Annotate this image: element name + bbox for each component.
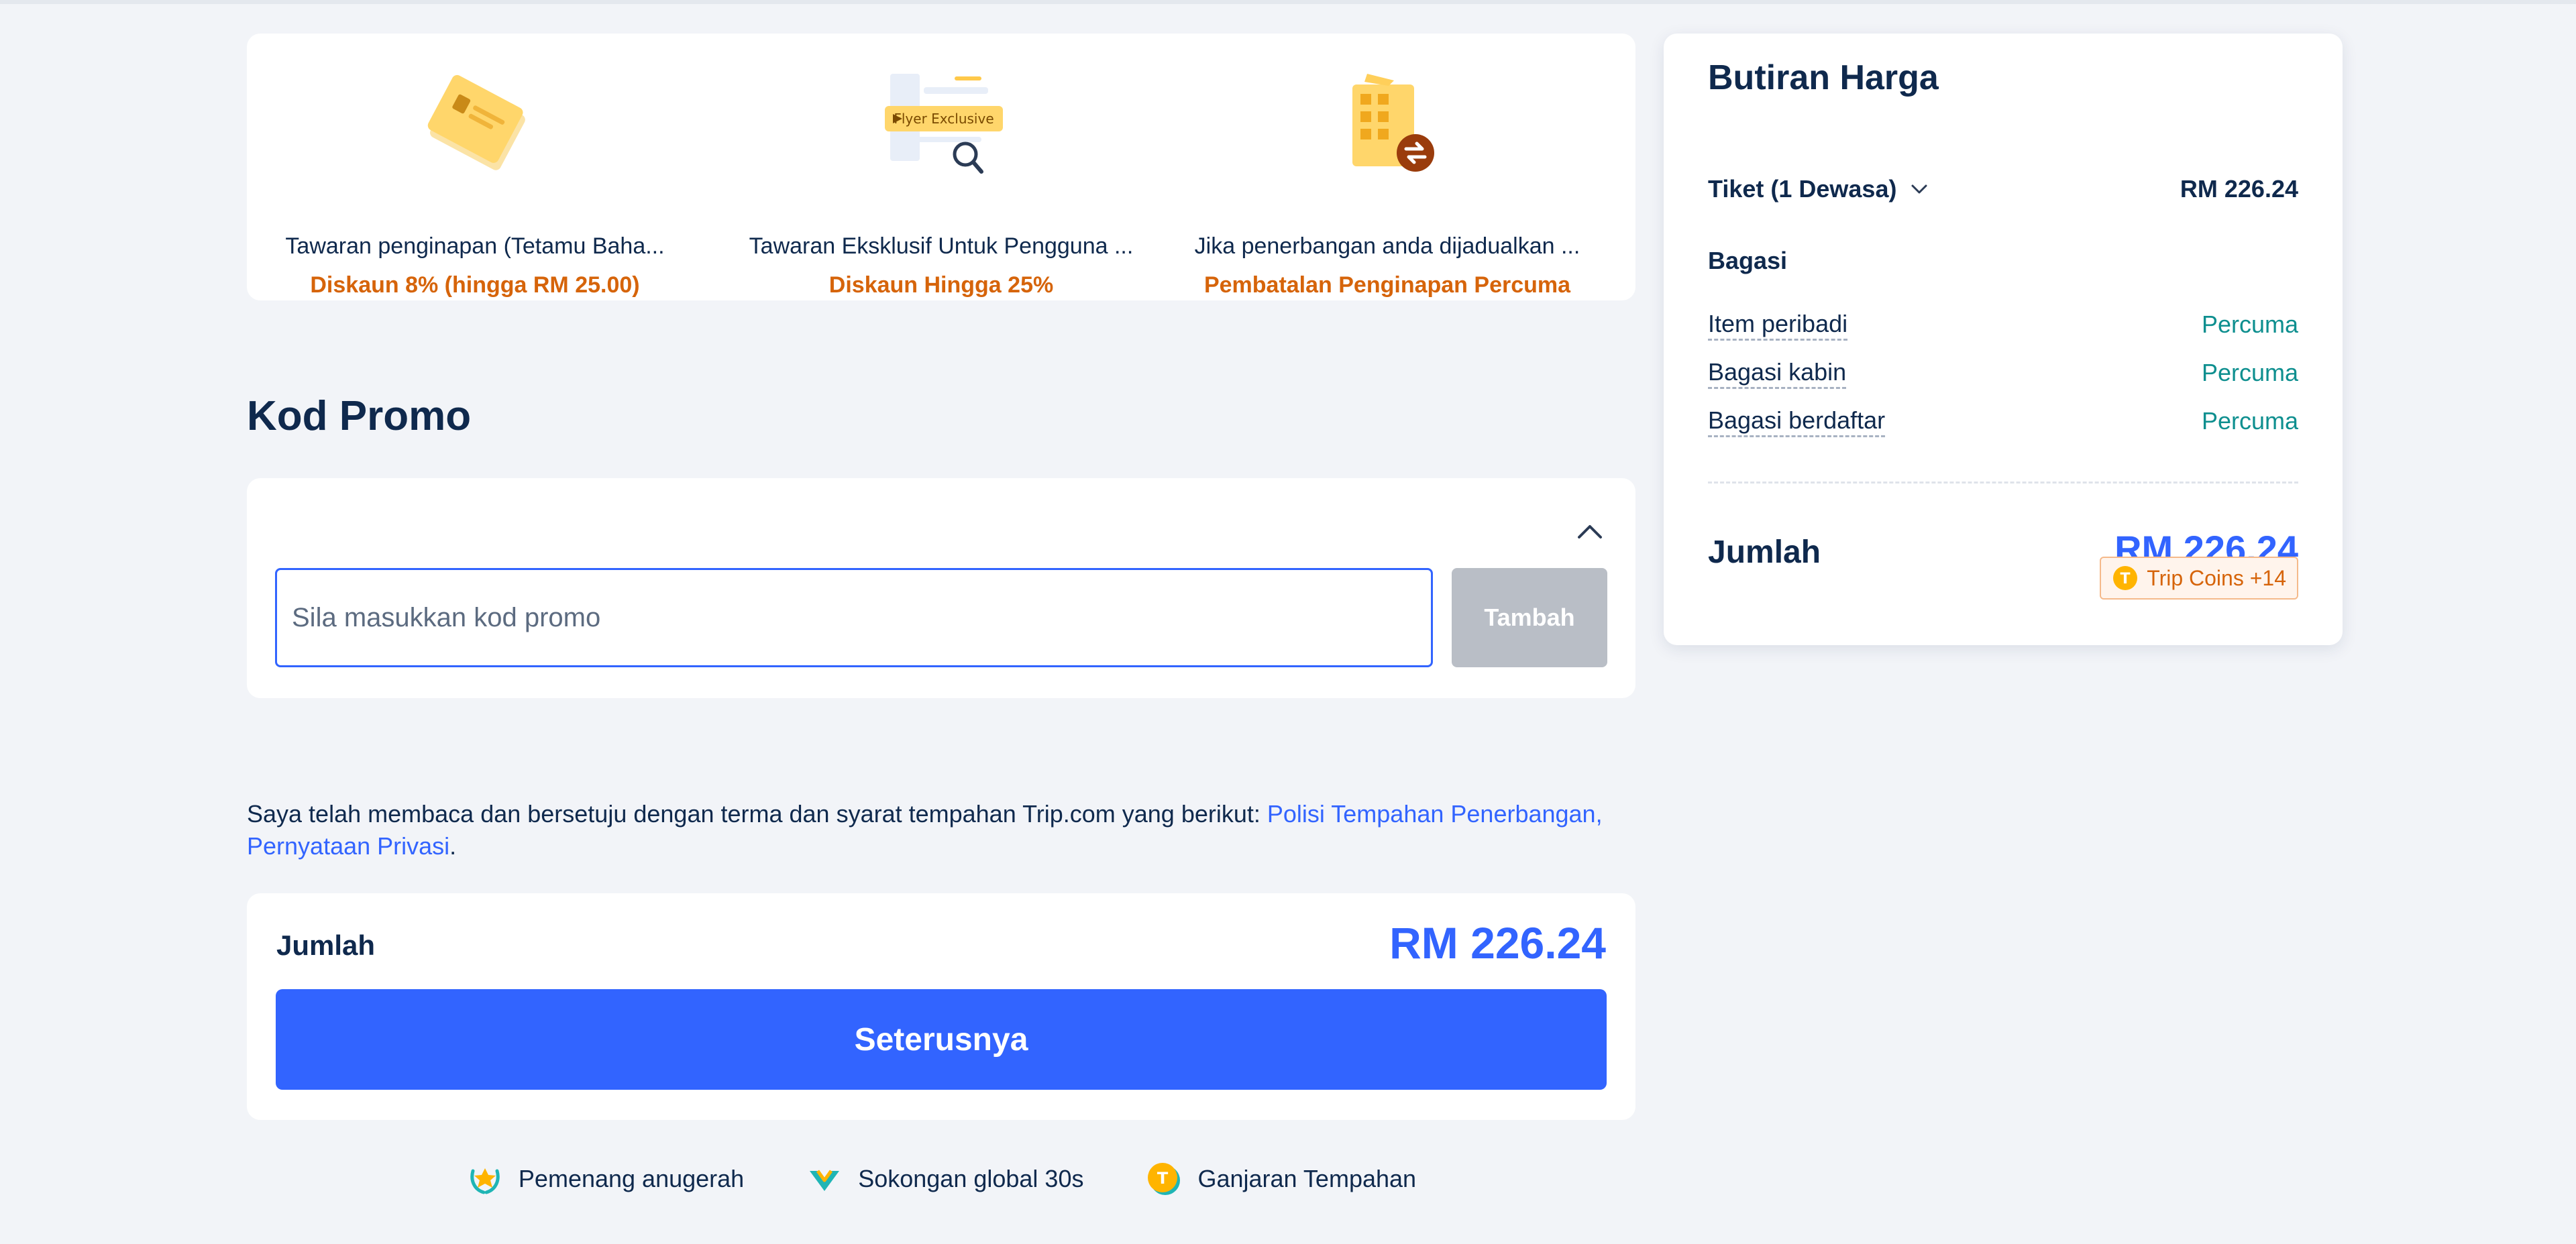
benefit-description: Tawaran penginapan (Tetamu Baha... [285, 233, 665, 259]
svg-text:T: T [1157, 1169, 1169, 1188]
booking-policy-link[interactable]: Polisi Tempahan Penerbangan, [1267, 800, 1603, 828]
trust-item-support: Sokongan global 30s [806, 1160, 1083, 1198]
promo-code-input[interactable] [275, 568, 1433, 667]
benefit-offer: Pembatalan Penginapan Percuma [1203, 272, 1571, 298]
benefit-flyer-exclusive[interactable]: Flyer Exclusive Tawaran Eksklusif Untuk … [720, 67, 1163, 298]
chevron-down-icon[interactable] [1909, 178, 1930, 200]
benefits-card: Tawaran penginapan (Tetamu Baha... Diska… [247, 34, 1635, 300]
trip-coins-text: Trip Coins +14 [2147, 565, 2286, 590]
promo-card: Tambah [247, 478, 1635, 698]
add-promo-button[interactable]: Tambah [1452, 568, 1607, 667]
benefit-description: Jika penerbangan anda dijadualkan ... [1194, 233, 1580, 259]
sum-label: Jumlah [1708, 534, 1821, 570]
trip-coins-badge: T Trip Coins +14 [2100, 557, 2298, 600]
ticket-label[interactable]: Tiket (1 Dewasa) [1708, 175, 1930, 203]
price-details-card: Butiran Harga Tiket (1 Dewasa) RM 226.24… [1664, 34, 2343, 645]
terms-end: . [449, 832, 457, 860]
benefit-offer: Diskaun 8% (hingga RM 25.00) [310, 272, 640, 298]
promo-section-title: Kod Promo [247, 393, 472, 439]
baggage-status: Percuma [2201, 359, 2298, 386]
baggage-status: Percuma [2201, 310, 2298, 338]
global-support-icon [810, 1170, 840, 1191]
top-divider [0, 0, 2576, 4]
baggage-heading: Bagasi [1708, 247, 1788, 274]
terms-agreement: Saya telah membaca dan bersetuju dengan … [247, 798, 1642, 862]
terms-text: Saya telah membaca dan bersetuju dengan … [247, 800, 1267, 828]
baggage-name[interactable]: Item peribadi [1708, 309, 1848, 341]
trip-coin-icon: T [2113, 566, 2138, 590]
baggage-status: Percuma [2201, 407, 2298, 435]
trust-item-award: Pemenang anugerah [466, 1160, 744, 1198]
trust-label: Sokongan global 30s [858, 1165, 1084, 1192]
svg-text:T: T [2121, 571, 2131, 587]
award-laurel-icon [470, 1168, 500, 1194]
trust-badges: Pemenang anugerah Sokongan global 30s T … [0, 1160, 1882, 1198]
baggage-name[interactable]: Bagasi berdaftar [1708, 406, 1886, 437]
baggage-name[interactable]: Bagasi kabin [1708, 357, 1847, 389]
total-label: Jumlah [276, 929, 376, 961]
trust-label: Ganjaran Tempahan [1197, 1165, 1417, 1192]
baggage-row-personal: Item peribadi Percuma [1708, 308, 2298, 341]
total-value: RM 226.24 [1389, 918, 1606, 968]
privacy-statement-link[interactable]: Pernyataan Privasi [247, 832, 449, 860]
trust-item-rewards: T Ganjaran Tempahan [1145, 1160, 1416, 1198]
flyer-exclusive-icon: Flyer Exclusive [885, 74, 1003, 174]
hotel-voucher-icon [427, 74, 525, 170]
benefit-offer: Diskaun Hingga 25% [828, 272, 1054, 298]
trip-coin-icon: T [1148, 1163, 1181, 1195]
total-card: Jumlah RM 226.24 Seterusnya [247, 893, 1635, 1120]
ticket-row[interactable]: Tiket (1 Dewasa) RM 226.24 [1708, 170, 2298, 208]
baggage-row-checked: Bagasi berdaftar Percuma [1708, 404, 2298, 438]
flyer-exclusive-badge: Flyer Exclusive [894, 111, 994, 127]
benefit-free-cancellation[interactable]: Jika penerbangan anda dijadualkan ... Pe… [1166, 67, 1609, 298]
trust-label: Pemenang anugerah [518, 1165, 745, 1192]
continue-button[interactable]: Seterusnya [276, 989, 1607, 1090]
benefit-description: Tawaran Eksklusif Untuk Pengguna ... [749, 233, 1134, 259]
price-details-title: Butiran Harga [1708, 58, 1939, 97]
chevron-up-icon[interactable] [1571, 513, 1609, 551]
baggage-row-cabin: Bagasi kabin Percuma [1708, 356, 2298, 390]
price-divider [1708, 482, 2298, 484]
ticket-price: RM 226.24 [2180, 175, 2298, 203]
ticket-label-text: Tiket (1 Dewasa) [1708, 175, 1897, 203]
hotel-cancellation-icon [1352, 74, 1434, 172]
benefit-hotel-offer[interactable]: Tawaran penginapan (Tetamu Baha... Diska… [254, 67, 696, 298]
